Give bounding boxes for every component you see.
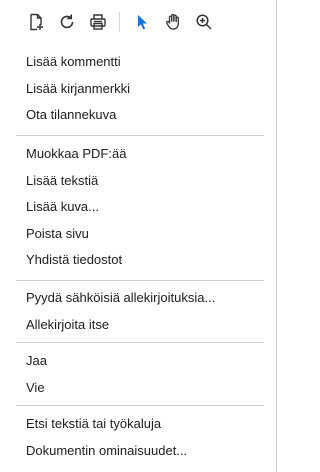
menu-item-document-properties[interactable]: Dokumentin ominaisuudet... xyxy=(0,438,277,465)
menu-item-add-bookmark[interactable]: Lisää kirjanmerkki xyxy=(0,76,277,103)
menu-divider xyxy=(16,405,264,406)
menu-group-tools: Etsi tekstiä tai työkaluja Dokumentin om… xyxy=(0,411,277,464)
menu-item-request-signatures[interactable]: Pyydä sähköisiä allekirjoituksia... xyxy=(0,285,277,312)
menu-group-edit: Muokkaa PDF:ää Lisää tekstiä Lisää kuva.… xyxy=(0,141,277,274)
menu-item-sign-yourself[interactable]: Allekirjoita itse xyxy=(0,312,277,339)
menu-group-annotate: Lisää kommentti Lisää kirjanmerkki Ota t… xyxy=(0,49,277,129)
select-cursor-icon[interactable] xyxy=(130,9,154,35)
menu-item-export[interactable]: Vie xyxy=(0,375,277,402)
menu-item-add-text[interactable]: Lisää tekstiä xyxy=(0,168,277,195)
menu-divider xyxy=(16,342,264,343)
menu-divider xyxy=(16,135,264,136)
refresh-icon[interactable] xyxy=(55,9,79,35)
menu-toolbar xyxy=(24,9,223,35)
export-pdf-icon[interactable] xyxy=(24,9,48,35)
menu-item-combine-files[interactable]: Yhdistä tiedostot xyxy=(0,247,277,274)
menu-item-add-comment[interactable]: Lisää kommentti xyxy=(0,49,277,76)
print-icon[interactable] xyxy=(86,9,110,35)
menu-divider xyxy=(16,280,264,281)
zoom-in-icon[interactable] xyxy=(192,9,216,35)
hand-tool-icon[interactable] xyxy=(161,9,185,35)
menu-item-search-tools[interactable]: Etsi tekstiä tai työkaluja xyxy=(0,411,277,438)
menu-item-edit-pdf[interactable]: Muokkaa PDF:ää xyxy=(0,141,277,168)
menu-group-sign: Pyydä sähköisiä allekirjoituksia... Alle… xyxy=(0,285,277,338)
context-menu: Lisää kommentti Lisää kirjanmerkki Ota t… xyxy=(0,0,277,472)
menu-item-share[interactable]: Jaa xyxy=(0,348,277,375)
toolbar-separator xyxy=(119,12,120,32)
menu-item-take-snapshot[interactable]: Ota tilannekuva xyxy=(0,102,277,129)
menu-item-delete-page[interactable]: Poista sivu xyxy=(0,221,277,248)
menu-group-share: Jaa Vie xyxy=(0,348,277,401)
menu-item-add-image[interactable]: Lisää kuva... xyxy=(0,194,277,221)
